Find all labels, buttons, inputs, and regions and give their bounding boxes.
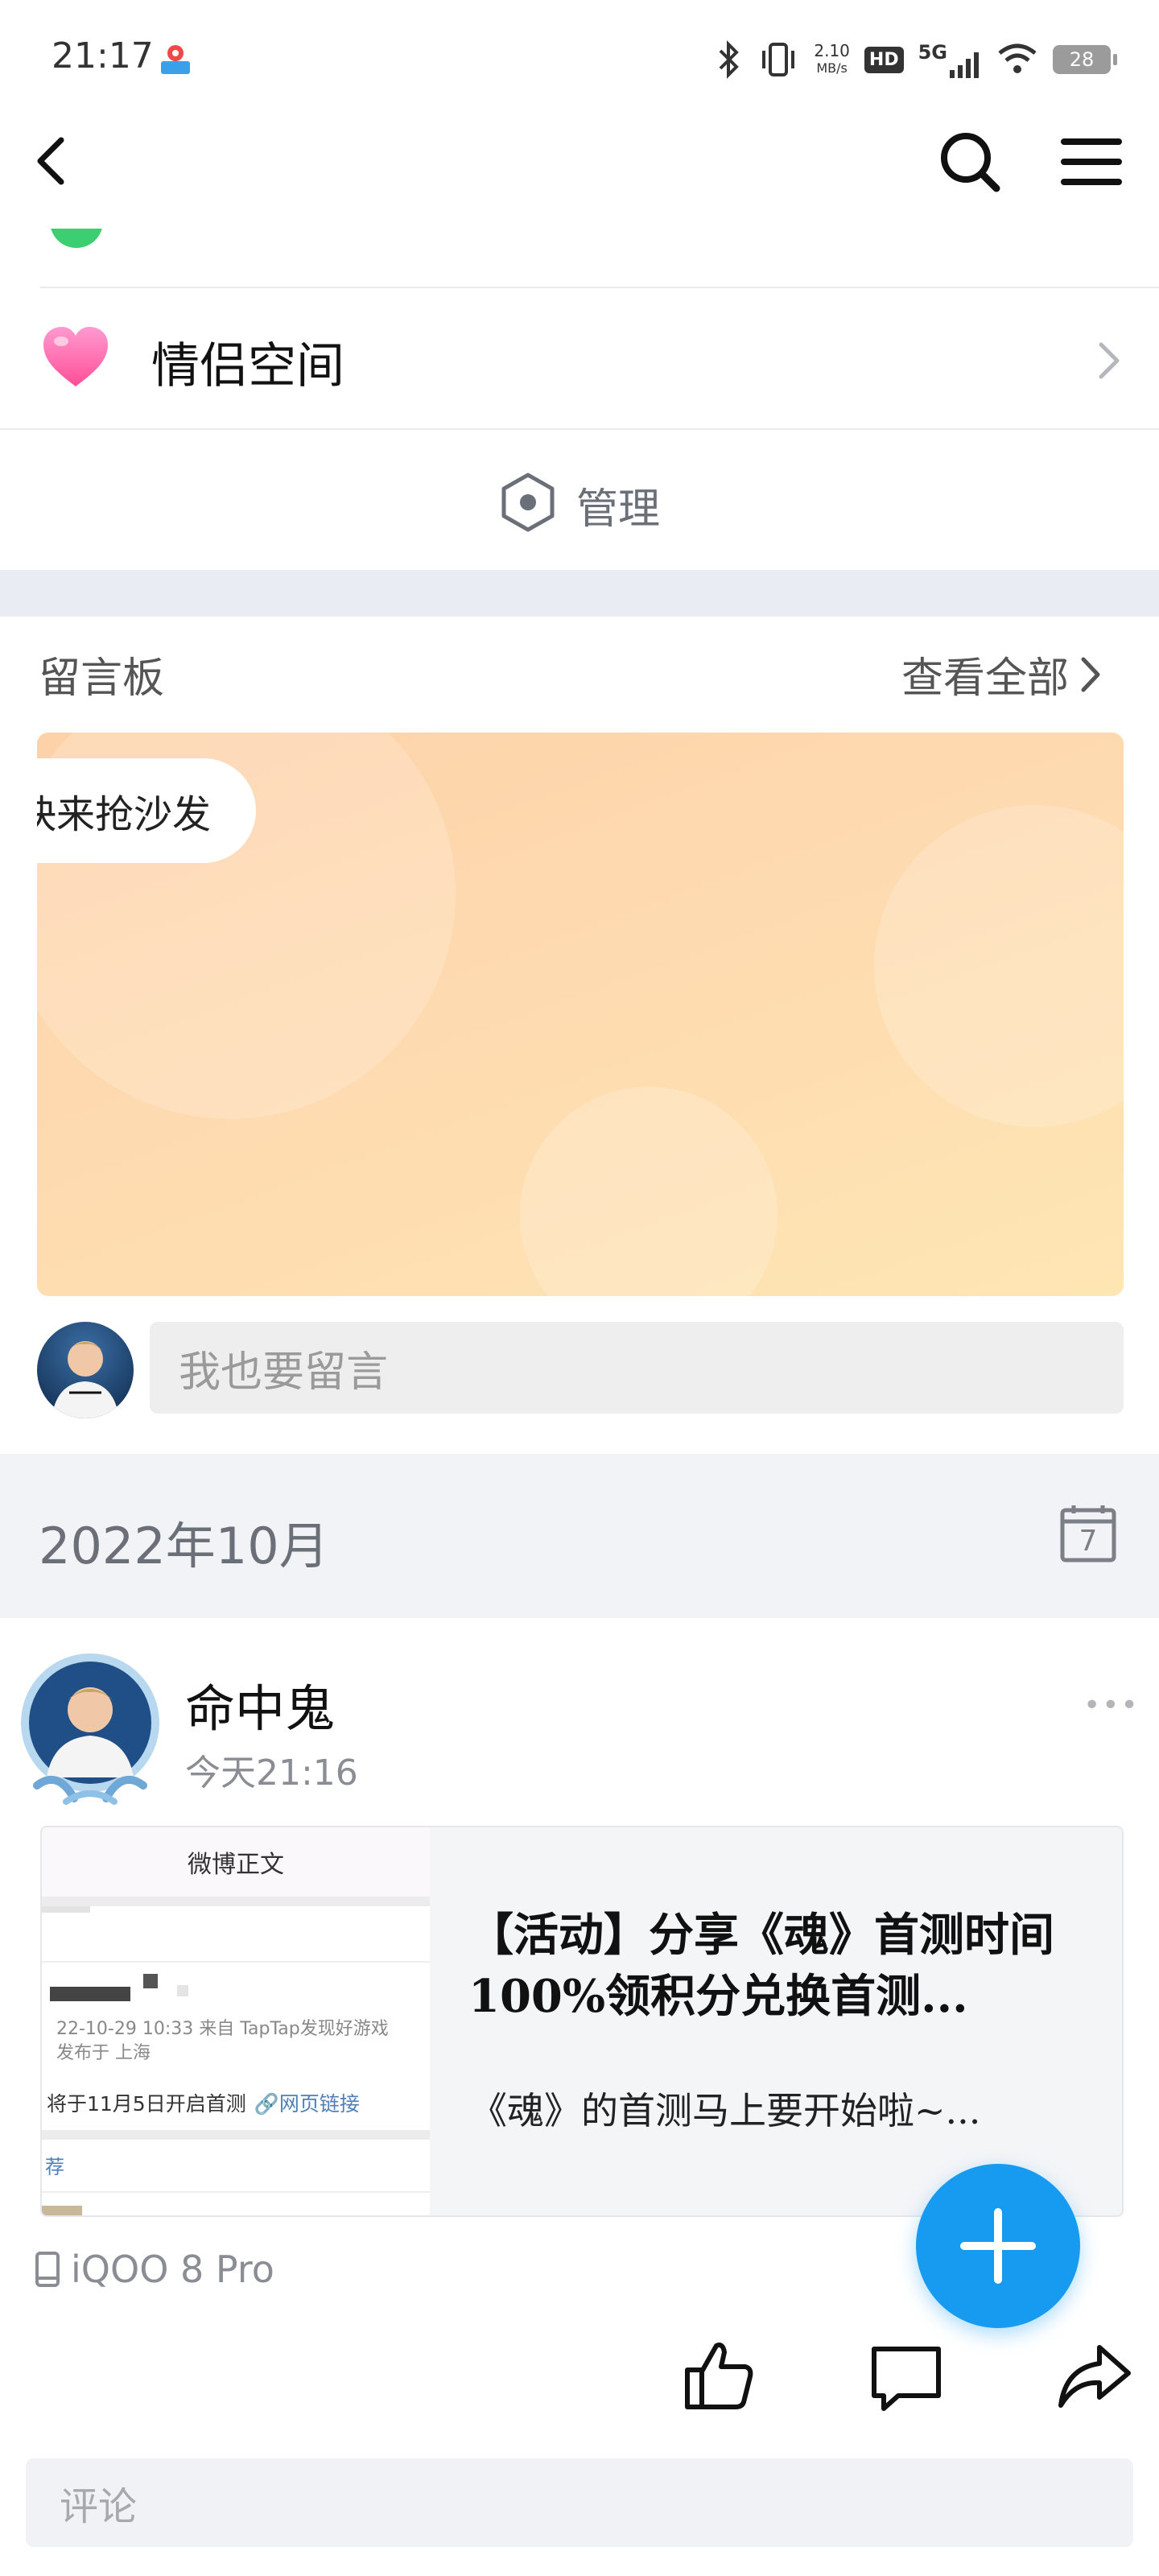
device-label: iQOO 8 Pro xyxy=(71,2248,274,2291)
couple-space-row[interactable]: 情侣空间 xyxy=(0,288,1159,428)
post-author-avatar[interactable] xyxy=(18,1649,163,1810)
plus-icon xyxy=(960,2208,1036,2284)
view-all-link[interactable]: 查看全部 xyxy=(901,644,1104,704)
status-time: 21:17 xyxy=(52,35,154,76)
section-separator xyxy=(0,570,1159,617)
thumb-bar xyxy=(42,1906,90,1913)
net-speed-unit: MB/s xyxy=(816,60,848,76)
thumb-redacted xyxy=(50,1987,130,2001)
status-icons: 2.10 MB/s HD 5G 28 xyxy=(716,35,1117,84)
avatar[interactable] xyxy=(37,1322,134,1418)
share-icon xyxy=(1058,2345,1131,2408)
thumb-line-text: 将于11月5日开启首测 xyxy=(47,2092,246,2116)
sofa-prompt-text: 快来抢沙发 xyxy=(37,792,212,837)
avatar-frame-image xyxy=(21,1653,159,1805)
search-button[interactable] xyxy=(934,126,1006,198)
comment-input[interactable]: 评论 xyxy=(26,2458,1133,2547)
link-description: 《魂》的首测马上要开始啦~... xyxy=(470,2089,981,2132)
decor-bubble xyxy=(874,805,1124,1127)
sofa-prompt: 快来抢沙发 xyxy=(37,758,257,863)
hd-badge: HD xyxy=(864,46,904,73)
bluetooth-icon xyxy=(719,40,740,79)
comment-icon xyxy=(872,2347,941,2411)
manage-label: 管理 xyxy=(576,485,661,534)
thumb-divider xyxy=(42,1961,430,1963)
thumb-header: 微博正文 xyxy=(42,1827,430,1897)
calendar-button[interactable]: 7 xyxy=(1059,1502,1117,1563)
nav-bar xyxy=(0,113,1159,209)
thumb-divider xyxy=(42,2191,430,2193)
month-header: 2022年10月 7 xyxy=(0,1454,1159,1618)
link-title: 【活动】分享《魂》首测时间 100%领积分兑换首测... xyxy=(468,1909,1054,2023)
thumb-divider xyxy=(42,2130,430,2140)
menu-button[interactable] xyxy=(1054,126,1127,198)
battery-icon: 28 xyxy=(1053,45,1117,74)
message-input[interactable]: 我也要留言 xyxy=(150,1322,1124,1414)
manage-row[interactable]: 管理 xyxy=(0,430,1159,570)
thumb-divider xyxy=(42,1897,430,1906)
settings-hex-icon xyxy=(501,473,555,532)
map-app-icon xyxy=(158,42,193,77)
hd-label: HD xyxy=(868,49,899,70)
thumbs-up-icon xyxy=(685,2343,753,2409)
couple-space-label: 情侣空间 xyxy=(151,338,344,394)
signal-icon xyxy=(950,52,979,78)
chevron-right-icon xyxy=(1099,342,1120,379)
thumb-image-strip xyxy=(42,2206,82,2215)
back-arrow-icon xyxy=(37,137,64,185)
wifi-icon xyxy=(998,43,1037,73)
view-all-label: 查看全部 xyxy=(901,654,1070,703)
comment-button[interactable] xyxy=(866,2338,947,2418)
thumb-rec: 荐 xyxy=(45,2156,64,2178)
thumb-redacted xyxy=(143,1974,158,1988)
thumb-redacted xyxy=(177,1985,188,1996)
phone-icon xyxy=(35,2252,60,2287)
like-button[interactable] xyxy=(679,2334,760,2415)
network-label: 5G xyxy=(918,41,947,64)
net-speed: 2.10 MB/s xyxy=(814,42,850,77)
month-label: 2022年10月 xyxy=(39,1517,329,1575)
chevron-right-icon xyxy=(1081,657,1100,691)
green-icon-partial xyxy=(50,229,103,248)
comment-placeholder: 评论 xyxy=(60,2484,138,2529)
thumb-link-label: 网页链接 xyxy=(278,2092,360,2116)
decor-bubble xyxy=(520,1087,777,1296)
add-post-button[interactable] xyxy=(916,2164,1080,2328)
net-speed-value: 2.10 xyxy=(814,41,850,60)
battery-level: 28 xyxy=(1069,48,1095,71)
message-input-placeholder: 我也要留言 xyxy=(179,1348,389,1397)
message-board-card[interactable]: 快来抢沙发 xyxy=(37,733,1124,1296)
heart-icon xyxy=(43,327,108,386)
share-button[interactable] xyxy=(1054,2336,1135,2417)
post-author-name[interactable]: 命中鬼 xyxy=(185,1668,335,1740)
signal-group: 5G xyxy=(918,41,982,78)
shared-link-card[interactable]: 微博正文 22-10-29 10:33 来自 TapTap发现好游戏 发布于 上… xyxy=(40,1826,1124,2217)
back-button[interactable] xyxy=(21,129,85,193)
link-thumbnail: 微博正文 22-10-29 10:33 来自 TapTap发现好游戏 发布于 上… xyxy=(42,1827,430,2215)
thumb-line: 将于11月5日开启首测 🔗网页链接 xyxy=(47,2088,360,2117)
vibrate-icon xyxy=(762,43,795,76)
more-options-button[interactable]: ••• xyxy=(1083,1689,1140,1722)
status-bar: 21:17 2.10 MB/s HD 5G 28 xyxy=(0,0,1159,113)
thumb-link-text: 🔗网页链接 xyxy=(254,2092,360,2116)
thumb-meta: 22-10-29 10:33 来自 TapTap发现好游戏 xyxy=(56,2019,389,2039)
post-device: iQOO 8 Pro xyxy=(34,2248,274,2291)
calendar-day: 7 xyxy=(1079,1525,1098,1558)
menu-icon xyxy=(1061,138,1122,185)
search-icon xyxy=(941,133,1000,192)
avatar-image xyxy=(52,1341,119,1418)
message-board-title: 留言板 xyxy=(39,654,165,703)
thumb-location: 发布于 上海 xyxy=(56,2043,151,2063)
post-time: 今天21:16 xyxy=(185,1752,358,1794)
